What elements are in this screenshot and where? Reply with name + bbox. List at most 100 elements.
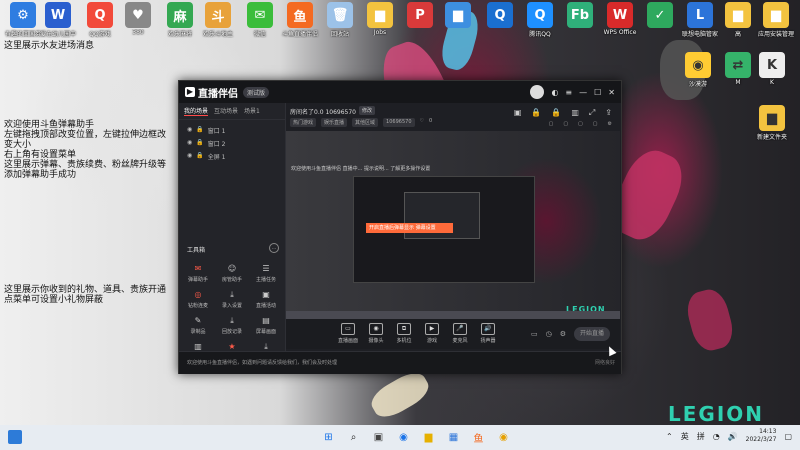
lock-icon[interactable]: 🔒 — [196, 126, 203, 135]
start-icon[interactable]: ⊞ — [320, 429, 337, 446]
desktop-shortcut[interactable]: 斗欢乐斗地主 — [198, 2, 238, 38]
desktop-shortcut[interactable]: 鱼斗鱼直播伴侣 — [280, 2, 320, 38]
scene-item[interactable]: ◉ 🔒 窗口 2 — [179, 137, 285, 150]
stream-preview[interactable]: 欢迎使用斗鱼直播伴侣 直播中... 提示说明... 了解更多操作设置 开启直播后… — [286, 131, 620, 319]
lang-indicator[interactable]: 英 — [681, 431, 689, 442]
desktop-shortcut[interactable]: ✉ 微信 — [240, 2, 280, 38]
sub-tool-icon[interactable]: ▢ — [549, 121, 554, 127]
chevron-up-icon[interactable]: ⌃ — [666, 432, 673, 441]
store-icon[interactable]: ▦ — [445, 429, 462, 446]
desktop-shortcut[interactable]: 🗑 回收站 — [320, 2, 360, 38]
desktop-shortcut[interactable]: ▆ Jobs — [360, 2, 400, 36]
desktop-shortcut[interactable]: ▆ 新建文件夹 — [752, 105, 792, 141]
wifi-icon[interactable]: ◔ — [713, 432, 720, 441]
desktop-shortcut[interactable]: ▆ — [438, 2, 478, 29]
desktop-shortcut[interactable]: Q QQ游戏 — [80, 2, 120, 38]
tool-3[interactable]: ◎ 钻粉连麦 — [183, 289, 213, 309]
maximize-button[interactable]: ☐ — [594, 88, 601, 97]
search-icon[interactable]: ⌕ — [345, 429, 362, 446]
eye-icon[interactable]: ◉ — [187, 126, 192, 135]
ime-indicator[interactable]: 拼 — [697, 431, 705, 442]
tool-1[interactable]: ☺ 房管助手 — [217, 263, 247, 283]
tool-2[interactable]: ☰ 主播任务 — [251, 263, 281, 283]
douyu-taskbar-icon[interactable]: 鱼 — [470, 429, 487, 446]
lock-icon[interactable]: 🔒 — [531, 108, 541, 118]
tool-4[interactable]: ⤓ 录入设置 — [217, 289, 247, 309]
control-label: 麦克风 — [452, 338, 468, 344]
room-info-chip[interactable]: 热门游戏 — [290, 118, 317, 127]
scene-item[interactable]: ◉ 🔒 全屏 1 — [179, 150, 285, 163]
desktop-shortcut[interactable]: Q — [480, 2, 520, 29]
desktop-shortcut[interactable]: KK — [752, 52, 792, 86]
settings-icon[interactable]: ⚙ — [560, 330, 566, 338]
control-4[interactable]: 🎤 麦克风 — [446, 323, 474, 344]
timer-icon[interactable]: ◷ — [546, 330, 552, 338]
desktop-shortcut[interactable]: ◉ 沙漠游 — [678, 52, 718, 88]
tool-icon: ✎ — [194, 316, 202, 325]
tool-0[interactable]: ✉ 弹幕助手 — [183, 263, 213, 283]
desktop-shortcut[interactable]: W WPS Office — [600, 2, 640, 36]
room-info-chip[interactable]: 10696570 — [383, 118, 415, 127]
control-2[interactable]: ⧉ 多机位 — [390, 323, 418, 344]
tab-2[interactable]: 场景1 — [244, 106, 260, 116]
control-0[interactable]: ▭ 直播画面 — [334, 323, 362, 344]
skin-icon[interactable]: ◐ — [551, 88, 558, 97]
tab-1[interactable]: 互动场景 — [214, 106, 238, 116]
close-button[interactable]: ✕ — [608, 88, 615, 97]
toolbox-more-button[interactable]: … — [269, 243, 279, 253]
desktop-shortcut[interactable]: Fb — [560, 2, 600, 29]
avatar[interactable]: ☺ — [530, 85, 545, 99]
chart-icon[interactable]: ▥ — [571, 108, 579, 118]
word-doc-icon: W — [45, 2, 71, 28]
volume-icon[interactable]: 🔊 — [728, 432, 738, 441]
danmu-welcome-area: 欢迎使用斗鱼弹幕助手 左键拖拽顶部改变位置，左键拉伸边框改 变大小 右上角有设置菜单这… — [4, 120, 166, 180]
menu-icon[interactable]: ≡ — [565, 88, 572, 97]
lock-icon[interactable]: 🔒 — [196, 152, 203, 161]
desktop-shortcut[interactable]: P — [400, 2, 440, 29]
desktop-shortcut[interactable]: W 爱在幼儿园中 — [38, 2, 78, 38]
desktop-shortcut[interactable]: Q 腾讯QQ — [520, 2, 560, 38]
lock-icon[interactable]: 🔒 — [551, 108, 561, 118]
share-icon[interactable]: ⇪ — [605, 108, 612, 118]
tool-7[interactable]: ⤓ 回放记录 — [217, 315, 247, 335]
desktop-shortcut[interactable]: ♥ 380 — [118, 2, 158, 36]
scene-icon[interactable]: ▣ — [514, 108, 522, 118]
scene-item[interactable]: ◉ 🔒 窗口 1 — [179, 124, 285, 137]
sub-tool-icon[interactable]: ▢ — [578, 121, 583, 127]
eye-icon[interactable]: ◉ — [187, 139, 192, 148]
settings-icon[interactable]: ⚙ — [608, 121, 612, 127]
tool-6[interactable]: ✎ 录制品 — [183, 315, 213, 335]
go-live-button[interactable]: 开始直播 — [574, 327, 610, 341]
tool-5[interactable]: ▣ 直播活动 — [251, 289, 281, 309]
file-explorer-icon[interactable]: ▆ — [420, 429, 437, 446]
notification-icon[interactable]: ▢ — [784, 432, 792, 441]
sub-tool-icon[interactable]: ▢ — [593, 121, 598, 127]
system-tray: ⌃ 英 拼 ◔ 🔊 14:13 2022/3/27 ▢ — [666, 428, 792, 444]
camera-toggle-icon[interactable]: ▭ — [531, 330, 538, 338]
widgets-icon[interactable] — [8, 430, 22, 444]
control-1[interactable]: ◉ 摄像头 — [362, 323, 390, 344]
eye-icon[interactable]: ◉ — [187, 152, 192, 161]
desktop-shortcut[interactable]: ⚙ 有趣的回国券 — [3, 2, 43, 38]
fullscreen-icon[interactable]: ⤢ — [589, 108, 595, 118]
task-view-icon[interactable]: ▣ — [370, 429, 387, 446]
owl-taskbar-icon[interactable]: ◉ — [495, 429, 512, 446]
room-info-chip[interactable]: 其他区域 — [352, 118, 379, 127]
control-5[interactable]: 🔊 扬声器 — [474, 323, 502, 344]
tab-0[interactable]: 我的场景 — [184, 106, 209, 116]
room-edit-button[interactable]: 修改 — [359, 106, 376, 115]
desktop-shortcut[interactable]: L 联想电脑管家 — [680, 2, 720, 38]
sub-tool-icon[interactable]: ▢ — [563, 121, 568, 127]
room-info-chip[interactable]: 娱乐直播 — [321, 118, 348, 127]
desktop-shortcut[interactable]: ▆ 应用安装管理 — [756, 2, 796, 38]
lock-icon[interactable]: 🔒 — [196, 139, 203, 148]
app-titlebar[interactable]: ▶ 直播伴侣 测试版 ☺ ◐ ≡ — ☐ ✕ — [179, 81, 621, 103]
desktop-shortcut[interactable]: ✓ — [640, 2, 680, 29]
minimize-button[interactable]: — — [579, 88, 587, 97]
desktop-shortcut[interactable]: 麻欢乐麻将 — [160, 2, 200, 38]
clock[interactable]: 14:13 2022/3/27 — [746, 428, 777, 444]
edge-icon[interactable]: ◉ — [395, 429, 412, 446]
control-3[interactable]: ▶ 游戏 — [418, 323, 446, 344]
desktop-shortcut[interactable]: ▆ 高 — [718, 2, 758, 38]
tool-8[interactable]: ▤ 屏幕画面 — [251, 315, 281, 335]
